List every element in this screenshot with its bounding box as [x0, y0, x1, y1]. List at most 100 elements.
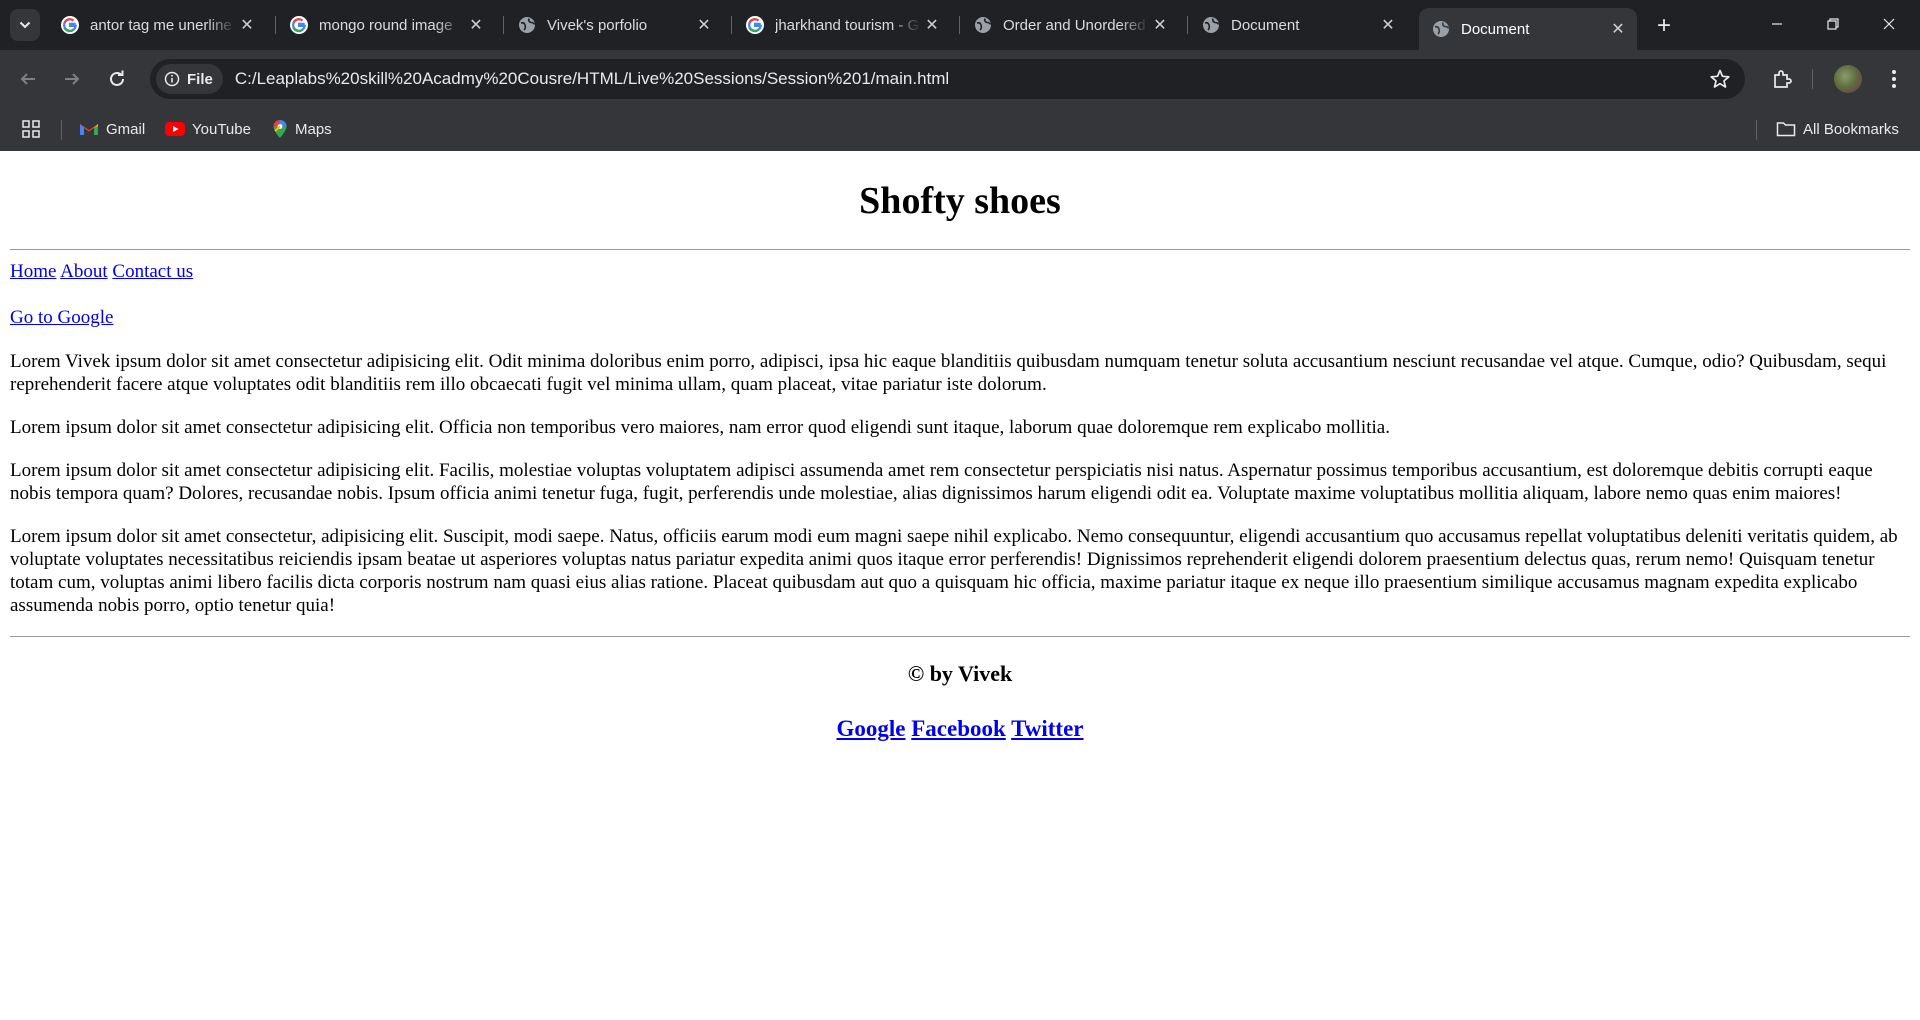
bookmarks-bar: Gmail YouTube Maps All Bookmarks	[0, 108, 1920, 151]
tab-document[interactable]: Document ✕	[1189, 8, 1407, 42]
page-title: Shofty shoes	[859, 180, 1061, 222]
nav-link-home[interactable]: Home	[10, 261, 56, 282]
folder-icon	[1776, 122, 1796, 137]
profile-avatar[interactable]	[1834, 65, 1862, 93]
tab-title: jharkhand tourism - G	[775, 16, 920, 34]
reload-button[interactable]	[103, 65, 131, 93]
bookmark-maps[interactable]: Maps	[272, 118, 332, 140]
close-window-button[interactable]	[1866, 6, 1912, 42]
tab-jharkhand-tourism[interactable]: jharkhand tourism - G ✕	[733, 8, 951, 42]
divider	[10, 249, 1910, 250]
close-tab-icon[interactable]: ✕	[693, 14, 715, 36]
footer-social-links: Google Facebook Twitter	[10, 715, 1910, 743]
arrow-left-icon	[20, 73, 35, 85]
tab-separator	[731, 16, 732, 34]
new-tab-button[interactable]: +	[1650, 12, 1678, 40]
youtube-icon	[165, 122, 185, 136]
tab-title: Document	[1231, 16, 1300, 34]
site-info-chip[interactable]: File	[156, 64, 223, 94]
divider	[10, 636, 1910, 637]
url-text[interactable]: C:/Leaplabs%20skill%20Acadmy%20Cousre/HT…	[235, 69, 949, 89]
bookmark-youtube[interactable]: YouTube	[165, 118, 251, 140]
arrow-right-icon	[65, 73, 80, 85]
globe-icon	[1433, 21, 1450, 37]
google-icon	[290, 16, 308, 34]
tab-order-and-unordered[interactable]: Order and Unordered ✕	[961, 8, 1179, 42]
site-info-label: File	[187, 70, 213, 88]
google-link-row: Go to Google	[10, 306, 1910, 329]
restore-icon	[1827, 18, 1839, 30]
tab-separator	[275, 16, 276, 34]
go-to-google-link[interactable]: Go to Google	[10, 307, 113, 328]
footer-link-google[interactable]: Google	[836, 716, 905, 741]
close-tab-icon[interactable]: ✕	[236, 14, 258, 36]
tab-separator	[959, 16, 960, 34]
tab-title: Document	[1461, 20, 1530, 38]
bookmarks-separator	[1756, 120, 1757, 140]
puzzle-icon	[1774, 70, 1792, 88]
minimize-button[interactable]	[1754, 6, 1800, 42]
nav-link-about[interactable]: About	[60, 261, 108, 282]
tab-title: Order and Unordered	[1003, 16, 1146, 34]
close-tab-icon[interactable]: ✕	[465, 14, 487, 36]
tab-mongo-round-image[interactable]: mongo round image ✕	[277, 8, 495, 42]
footer-link-facebook[interactable]: Facebook	[911, 716, 1006, 741]
star-icon	[1710, 69, 1730, 88]
footer-link-twitter[interactable]: Twitter	[1011, 716, 1083, 741]
maps-icon	[273, 120, 287, 138]
bookmark-label: YouTube	[192, 120, 251, 138]
close-tab-icon[interactable]: ✕	[921, 14, 943, 36]
address-bar[interactable]: File C:/Leaplabs%20skill%20Acadmy%20Cous…	[150, 59, 1745, 99]
nav-link-contact-us[interactable]: Contact us	[112, 261, 193, 282]
page-viewport: Shofty shoes Home About Contact us Go to…	[0, 151, 1920, 1020]
footer-copyright: © by Vivek	[907, 661, 1013, 686]
close-tab-icon[interactable]: ✕	[1149, 14, 1171, 36]
all-bookmarks-label: All Bookmarks	[1803, 120, 1899, 138]
more-vertical-icon	[1892, 70, 1896, 88]
browser-chrome: antor tag me unerline ✕ mongo round imag…	[0, 0, 1920, 151]
tab-title: mongo round image	[319, 16, 453, 34]
minimize-icon	[1772, 23, 1782, 25]
paragraph-3: Lorem ipsum dolor sit amet consectetur a…	[10, 460, 1873, 504]
browser-toolbar: File C:/Leaplabs%20skill%20Acadmy%20Cous…	[0, 50, 1920, 108]
bookmark-star-button[interactable]	[1709, 68, 1731, 95]
globe-icon	[519, 17, 536, 33]
tab-document-active[interactable]: Document ✕	[1419, 8, 1637, 50]
extensions-button[interactable]	[1768, 65, 1796, 93]
tab-viveks-portfolio[interactable]: Vivek's porfolio ✕	[505, 8, 723, 42]
paragraph-2: Lorem ipsum dolor sit amet consectetur a…	[10, 417, 1390, 438]
bookmark-label: Gmail	[106, 120, 146, 138]
chevron-down-icon	[19, 21, 31, 29]
apps-grid-icon	[22, 120, 40, 138]
info-icon	[164, 71, 180, 87]
apps-button[interactable]	[22, 118, 47, 140]
forward-button[interactable]	[58, 65, 86, 93]
tab-title: antor tag me unerline	[90, 16, 232, 34]
toolbar-separator	[1812, 69, 1813, 89]
tab-separator	[1187, 16, 1188, 34]
globe-icon	[975, 17, 992, 33]
tab-antor-tag[interactable]: antor tag me unerline ✕	[48, 8, 266, 42]
globe-icon	[1203, 17, 1220, 33]
google-icon	[746, 16, 764, 34]
gmail-icon	[80, 124, 98, 135]
nav-links: Home About Contact us	[10, 260, 1910, 283]
bookmarks-separator	[61, 120, 62, 140]
paragraph-1: Lorem Vivek ipsum dolor sit amet consect…	[10, 351, 1887, 395]
close-tab-icon[interactable]: ✕	[1607, 18, 1629, 40]
tab-search-button[interactable]	[10, 9, 40, 41]
back-button[interactable]	[14, 65, 42, 93]
reload-icon	[110, 70, 124, 86]
menu-button[interactable]	[1880, 65, 1908, 93]
restore-button[interactable]	[1810, 6, 1856, 42]
google-icon	[61, 16, 79, 34]
all-bookmarks-button[interactable]: All Bookmarks	[1776, 118, 1899, 140]
bookmark-label: Maps	[295, 120, 332, 138]
tab-strip: antor tag me unerline ✕ mongo round imag…	[0, 0, 1920, 50]
bookmark-gmail[interactable]: Gmail	[79, 118, 145, 140]
tab-separator	[503, 16, 504, 34]
paragraph-4: Lorem ipsum dolor sit amet consectetur, …	[10, 526, 1898, 616]
close-tab-icon[interactable]: ✕	[1377, 14, 1399, 36]
close-icon	[1883, 18, 1895, 30]
tab-title: Vivek's porfolio	[547, 16, 648, 34]
